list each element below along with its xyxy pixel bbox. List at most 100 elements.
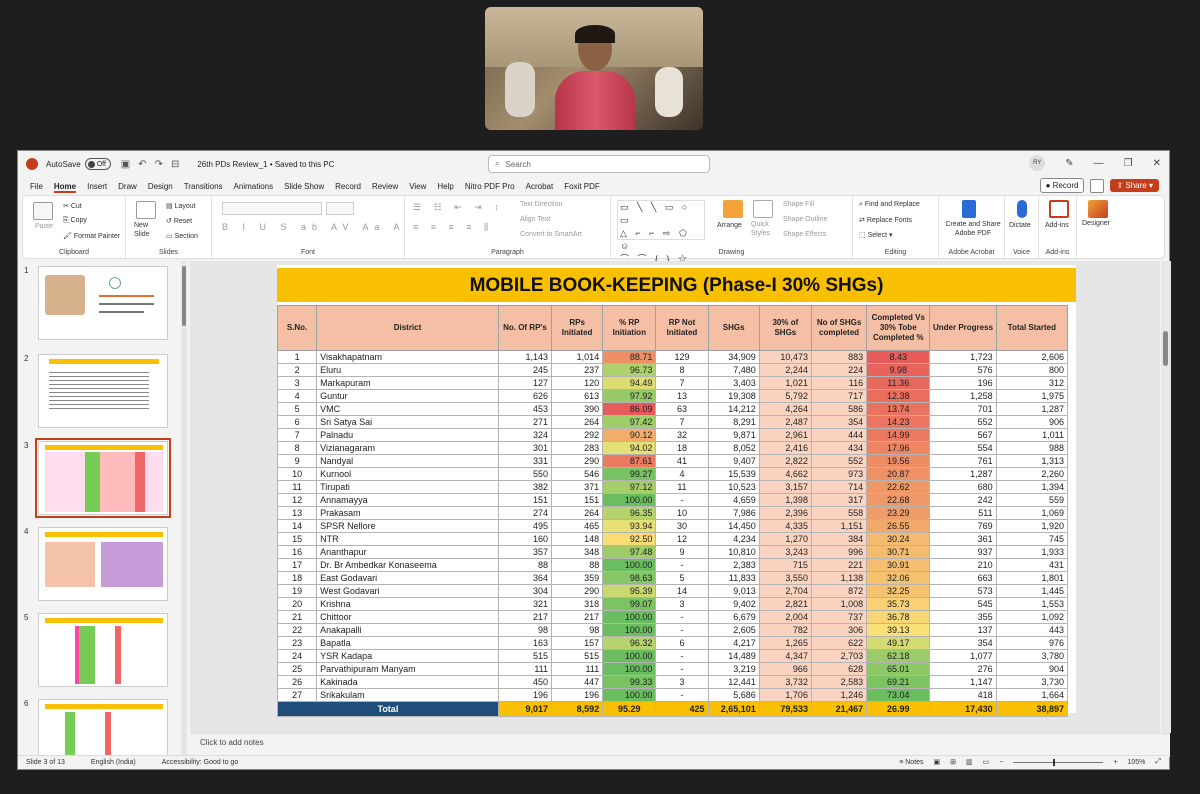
replace-fonts-button[interactable]: ⇄ Replace Fonts (859, 216, 912, 224)
smartart-button[interactable]: Convert to SmartArt (520, 231, 582, 238)
quick-styles-icon[interactable] (753, 200, 773, 218)
paste-button[interactable]: Paste (35, 223, 53, 230)
text-direction-button[interactable]: Text Direction (520, 201, 562, 208)
designer-button[interactable]: Designer (1082, 220, 1110, 227)
font-size-select[interactable] (326, 202, 354, 215)
search-input[interactable]: ⌕ Search (488, 155, 710, 173)
table-cell: 69.21 (866, 675, 931, 689)
slide-thumb-4[interactable] (38, 527, 168, 601)
shapes-gallery[interactable]: ▭ ╲ ╲ ▭ ○ ▭△ ⌐ ⌐ ⇨ ⬠ ☺⌒ ⌒ { } ☆ ▤ (617, 200, 705, 277)
tab-transitions[interactable]: Transitions (184, 182, 223, 191)
table-cell: 73.04 (866, 688, 931, 702)
shape-outline-button[interactable]: Shape Outline (783, 216, 827, 223)
zoom-out-icon[interactable]: − (999, 759, 1003, 766)
slide-thumb-3[interactable] (35, 438, 171, 518)
font-format-buttons[interactable]: B I U S ab AV Aa A (222, 222, 405, 232)
table-row: 13 Prakasam 274 264 96.35 10 7,986 2,396 558 23.2… (276, 506, 1069, 520)
shape-fill-button[interactable]: Shape Fill (783, 201, 814, 208)
tab-animations[interactable]: Animations (234, 182, 274, 191)
drawing-group: ▭ ╲ ╲ ▭ ○ ▭△ ⌐ ⌐ ⇨ ⬠ ☺⌒ ⌒ { } ☆ ▤ Arrang… (611, 196, 853, 277)
maximize-icon[interactable]: ❐ (1124, 158, 1133, 169)
new-slide-icon[interactable] (136, 201, 156, 219)
find-replace-button[interactable]: ⌕ Find and Replace (859, 201, 920, 209)
align-buttons[interactable]: ≡ ≡ ≡ ≡ ⫼ (413, 222, 493, 233)
zoom-level[interactable]: 105% (1127, 759, 1145, 766)
tab-nitro-pdf-pro[interactable]: Nitro PDF Pro (465, 182, 515, 191)
arrange-button[interactable]: Arrange (717, 222, 742, 229)
close-icon[interactable]: ✕ (1153, 158, 1161, 169)
shape-effects-button[interactable]: Shape Effects (783, 231, 826, 238)
create-share-pdf-button[interactable]: Create and Share Adobe PDF (942, 220, 1004, 238)
slide-thumb-6[interactable] (38, 699, 168, 756)
canvas-scrollbar[interactable] (1161, 261, 1171, 733)
tab-review[interactable]: Review (372, 182, 398, 191)
normal-view-icon[interactable]: ▣ (934, 758, 941, 766)
copy-button[interactable]: ⎘ Copy (63, 217, 87, 225)
save-icon[interactable]: ▣ (121, 159, 130, 170)
slide-thumb-1[interactable] (38, 266, 168, 340)
slide-thumb-2[interactable] (38, 354, 168, 428)
notes-pane[interactable]: Click to add notes (190, 733, 1170, 757)
reading-view-icon[interactable]: ▥ (966, 758, 973, 766)
comments-icon[interactable] (1090, 178, 1105, 193)
section-button[interactable]: ▭ Section (166, 232, 198, 240)
present-icon[interactable]: ⊟ (171, 159, 179, 170)
create-pdf-icon[interactable] (962, 200, 976, 218)
table-cell: 359 (551, 571, 604, 585)
designer-icon[interactable] (1088, 200, 1108, 218)
undo-icon[interactable]: ↶ (138, 159, 146, 170)
arrange-icon[interactable] (723, 200, 743, 218)
cut-button[interactable]: ✂ Cut (63, 202, 82, 210)
autosave-toggle[interactable]: Off (84, 158, 111, 170)
slide[interactable]: MOBILE BOOK-KEEPING (Phase-I 30% SHGs) S… (276, 265, 1076, 717)
select-button[interactable]: ⬚ Select ▾ (859, 231, 893, 239)
tab-slide-show[interactable]: Slide Show (284, 182, 324, 191)
tab-record[interactable]: Record (335, 182, 361, 191)
align-text-button[interactable]: Align Text (520, 216, 550, 223)
format-painter-button[interactable]: 🖌 Format Painter (63, 232, 120, 240)
notes-button[interactable]: ≡ Notes (899, 759, 923, 766)
table-cell: 21 (276, 610, 318, 624)
record-button[interactable]: ● Record (1039, 178, 1085, 193)
tab-design[interactable]: Design (148, 182, 173, 191)
microphone-icon[interactable] (1017, 200, 1027, 218)
addins-button[interactable]: Add-ins (1045, 222, 1069, 229)
tab-draw[interactable]: Draw (118, 182, 137, 191)
sorter-view-icon[interactable]: ⊞ (950, 758, 956, 766)
thumbnails-scrollbar[interactable] (181, 261, 187, 756)
addins-icon[interactable] (1049, 200, 1069, 218)
thumb-number: 6 (24, 699, 29, 708)
new-slide-button[interactable]: New Slide (134, 221, 162, 239)
table-cell: 552 (810, 454, 868, 468)
table-cell: 304 (497, 584, 553, 598)
layout-button[interactable]: ▤ Layout (166, 202, 196, 210)
reset-button[interactable]: ↺ Reset (166, 217, 192, 225)
tab-acrobat[interactable]: Acrobat (526, 182, 554, 191)
tab-view[interactable]: View (409, 182, 426, 191)
dictate-button[interactable]: Dictate (1009, 222, 1031, 229)
fit-slide-icon[interactable]: ⤢ (1155, 758, 1161, 766)
font-family-select[interactable] (222, 202, 322, 215)
slide-thumb-5[interactable] (38, 613, 168, 687)
ribbon-options-icon[interactable]: ✎ (1065, 158, 1073, 169)
table-cell: 10,473 (758, 350, 812, 364)
quick-styles-button[interactable]: Quick Styles (751, 220, 775, 238)
zoom-slider[interactable] (1013, 758, 1104, 766)
share-button[interactable]: ⇪ Share ▾ (1110, 179, 1159, 192)
tab-file[interactable]: File (30, 182, 43, 191)
accessibility-status[interactable]: Accessibility: Good to go (162, 759, 239, 766)
paste-icon[interactable] (33, 202, 53, 220)
tab-help[interactable]: Help (437, 182, 453, 191)
tab-home[interactable]: Home (53, 181, 77, 193)
zoom-in-icon[interactable]: + (1113, 759, 1117, 766)
table-cell: 4,347 (758, 649, 812, 663)
language-status[interactable]: English (India) (91, 759, 136, 766)
minimize-icon[interactable]: — (1094, 158, 1104, 169)
table-cell: 8,052 (707, 441, 760, 455)
avatar[interactable]: RY (1029, 155, 1046, 171)
list-buttons[interactable]: ☰ ☷ ⇤ ⇥ ↕ (413, 202, 504, 213)
tab-insert[interactable]: Insert (87, 182, 107, 191)
slideshow-icon[interactable]: ▭ (983, 758, 990, 766)
tab-foxit-pdf[interactable]: Foxit PDF (564, 182, 600, 191)
redo-icon[interactable]: ↷ (155, 159, 163, 170)
